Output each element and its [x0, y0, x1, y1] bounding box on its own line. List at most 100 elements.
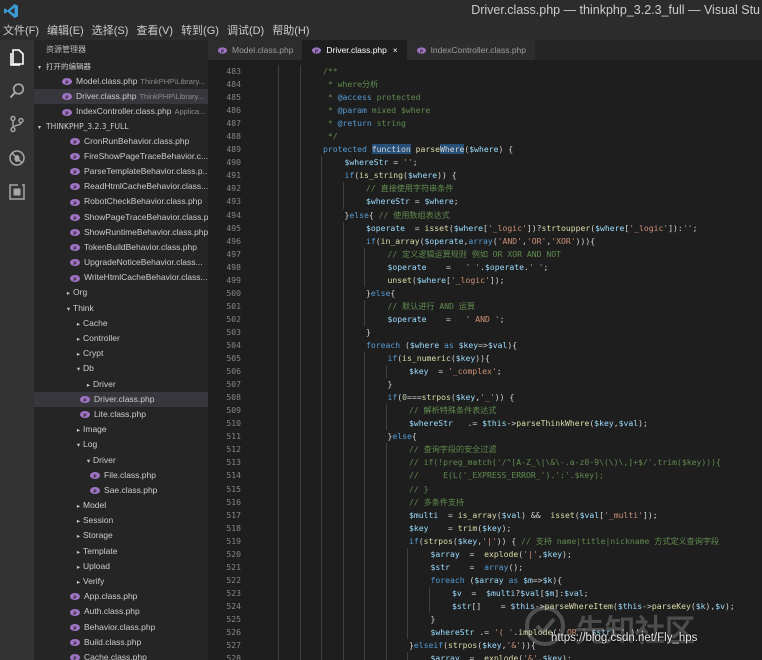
tree-folder[interactable]: ▸ Template: [34, 544, 208, 559]
code-line: 488 */: [208, 130, 762, 144]
chevron-right-icon: ▸: [66, 290, 71, 298]
tree-label: Log: [83, 439, 98, 450]
project-header[interactable]: ▾ THINKPHP_3.2.3_FULL: [34, 120, 208, 134]
tree-file[interactable]: p ShowRuntimeBehavior.class.php...: [34, 225, 208, 240]
tree-folder[interactable]: ▸ Cache: [34, 316, 208, 331]
code-line: 505 if(is_numeric($key)){: [208, 352, 762, 366]
tree-folder[interactable]: ▸ Driver: [34, 377, 208, 392]
tree-file[interactable]: p ReadHtmlCacheBehavior.class...: [34, 179, 208, 194]
files-icon[interactable]: [8, 48, 26, 66]
php-file-icon: p: [62, 93, 72, 101]
open-editors-header[interactable]: ▾ 打开的编辑器: [34, 60, 208, 74]
tree-folder[interactable]: ▾ Driver: [34, 453, 208, 468]
php-file-icon: p: [70, 228, 80, 236]
tree-file[interactable]: p ShowPageTraceBehavior.class.p...: [34, 210, 208, 225]
code-view[interactable]: 483/** 484 * where分析 485 * @access protect…: [208, 65, 762, 660]
tree-file[interactable]: p ParseTemplateBehavior.class.p...: [34, 164, 208, 179]
tree-folder[interactable]: ▸ Upload: [34, 559, 208, 574]
line-number: 497: [226, 248, 241, 259]
search-icon[interactable]: [8, 82, 26, 100]
svg-text:p: p: [420, 48, 423, 53]
tree-file[interactable]: p Behavior.class.php: [34, 620, 208, 635]
code-line: 495 $operate = isset($where['_logic'])?st…: [208, 221, 762, 235]
tree-folder[interactable]: ▾ Log: [34, 437, 208, 452]
code-text: foreach ($where as $key=>$val){: [366, 339, 518, 350]
tree-file[interactable]: p Driver.class.php: [34, 391, 208, 407]
php-file-icon: p: [70, 213, 80, 221]
tree-label: Auth.class.php: [84, 606, 140, 617]
code-text: if(0===strpos($key,'_')) {: [387, 392, 515, 403]
tree-folder[interactable]: ▸ Crypt: [34, 346, 208, 361]
line-number: 484: [226, 79, 241, 90]
tree-folder[interactable]: ▸ Storage: [34, 528, 208, 543]
tree-file[interactable]: p WriteHtmlCacheBehavior.class...: [34, 270, 208, 285]
open-editor-item[interactable]: p Model.class.php ThinkPHP\Library...: [34, 74, 208, 89]
chevron-right-icon: ▸: [76, 579, 81, 586]
line-number: 528: [226, 653, 241, 660]
php-file-icon: p: [70, 183, 80, 191]
tree-file[interactable]: p FireShowPageTraceBehavior.c...: [34, 149, 208, 164]
tree-file[interactable]: p Build.class.php: [34, 635, 208, 650]
tree-folder[interactable]: ▸ Model: [34, 498, 208, 513]
tree-file[interactable]: p Cache.class.php: [34, 650, 208, 660]
source-control-icon[interactable]: [8, 115, 26, 133]
tree-file[interactable]: p Lite.class.php: [34, 407, 208, 422]
line-number: 493: [226, 196, 241, 207]
line-number: 489: [226, 144, 241, 155]
menu-item-1[interactable]: 编辑(E): [43, 22, 88, 40]
tree-file[interactable]: p Sae.class.php: [34, 483, 208, 498]
tree-file[interactable]: p RobotCheckBehavior.class.php: [34, 194, 208, 209]
code-line: 499 unset($where['_logic']);: [208, 273, 762, 287]
tree-file[interactable]: p Auth.class.php: [34, 604, 208, 619]
tree-file[interactable]: p CronRunBehavior.class.php: [34, 134, 208, 149]
line-number: 500: [226, 287, 241, 298]
open-editor-path: Applica...: [174, 107, 206, 117]
tree-folder[interactable]: ▸ Session: [34, 513, 208, 528]
tree-folder[interactable]: ▾ Think: [34, 301, 208, 316]
debug-icon[interactable]: [8, 149, 26, 167]
line-number: 494: [226, 209, 241, 220]
menu-item-2[interactable]: 选择(S): [88, 22, 133, 40]
php-file-icon: p: [90, 487, 100, 495]
tree-file[interactable]: p App.class.php: [34, 589, 208, 604]
tree-label: Org: [73, 287, 88, 298]
code-text: // 多条件支持: [409, 496, 465, 507]
menu-item-4[interactable]: 转到(G): [177, 22, 223, 40]
menu-item-0[interactable]: 文件(F): [0, 22, 43, 40]
menu-item-3[interactable]: 查看(V): [132, 22, 177, 40]
code-text: unset($where['_logic']);: [387, 274, 505, 285]
tab-indexcontroller-class-php[interactable]: p IndexController.class.php: [406, 40, 536, 60]
code-line: 490 $whereStr = '';: [208, 156, 762, 170]
chevron-down-icon: ▾: [66, 305, 71, 313]
open-editor-item[interactable]: p IndexController.class.php Applica...: [34, 104, 208, 119]
code-line: 520 $array = explode('|',$key);: [208, 547, 762, 561]
chevron-right-icon: ▸: [76, 563, 81, 571]
code-line: 494}else{ // 使用数组表达式: [208, 208, 762, 222]
tree-file[interactable]: p File.class.php: [34, 468, 208, 483]
tree-label: Driver.class.php: [94, 393, 155, 404]
chevron-down-icon: ▾: [76, 442, 81, 450]
open-editor-item[interactable]: p Driver.class.php ThinkPHP\Library...: [34, 89, 208, 105]
tree-folder[interactable]: ▸ Controller: [34, 331, 208, 346]
tree-label: Driver: [93, 378, 116, 389]
tab-driver-class-php[interactable]: p Driver.class.php ×: [302, 40, 407, 60]
line-number: 517: [226, 509, 241, 520]
code-text: }elseif(strpos($key,'&')){: [409, 640, 536, 651]
extensions-icon[interactable]: [8, 183, 26, 201]
tree-file[interactable]: p UpgradeNoticeBehavior.class...: [34, 255, 208, 270]
tree-folder[interactable]: ▸ Org: [34, 285, 208, 300]
tree-folder[interactable]: ▸ Verify: [34, 574, 208, 589]
code-text: * @param mixed $where: [323, 105, 431, 116]
line-number: 499: [226, 274, 241, 285]
open-editor-path: ThinkPHP\Library...: [140, 77, 205, 86]
menu-item-5[interactable]: 调试(D): [223, 22, 268, 40]
menu-item-6[interactable]: 帮助(H): [268, 22, 313, 40]
code-line: 522 foreach ($array as $m=>$k){: [208, 573, 762, 587]
tree-folder[interactable]: ▸ Image: [34, 422, 208, 437]
tree-label: RobotCheckBehavior.class.php: [84, 196, 203, 207]
close-icon[interactable]: ×: [393, 46, 398, 55]
tree-file[interactable]: p TokenBuildBehavior.class.php: [34, 240, 208, 255]
code-line: 491 if(is_string($where)) {: [208, 169, 762, 183]
tab-model-class-php[interactable]: p Model.class.php: [208, 40, 303, 60]
tree-folder[interactable]: ▾ Db: [34, 361, 208, 376]
